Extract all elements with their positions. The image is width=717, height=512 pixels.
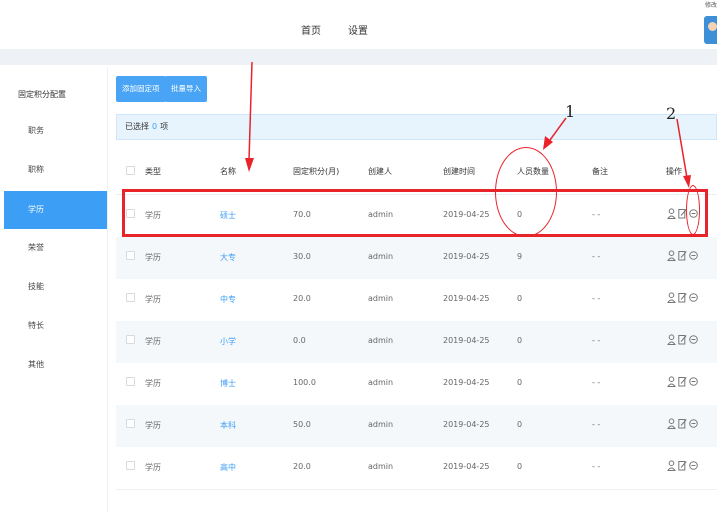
arrow-head-name bbox=[245, 158, 254, 172]
arrow-to-count bbox=[549, 117, 567, 141]
arrow-to-name-column bbox=[248, 61, 253, 161]
annotation-arrows bbox=[245, 61, 691, 188]
arrow-head-action bbox=[683, 175, 691, 188]
arrow-to-action bbox=[676, 118, 688, 179]
